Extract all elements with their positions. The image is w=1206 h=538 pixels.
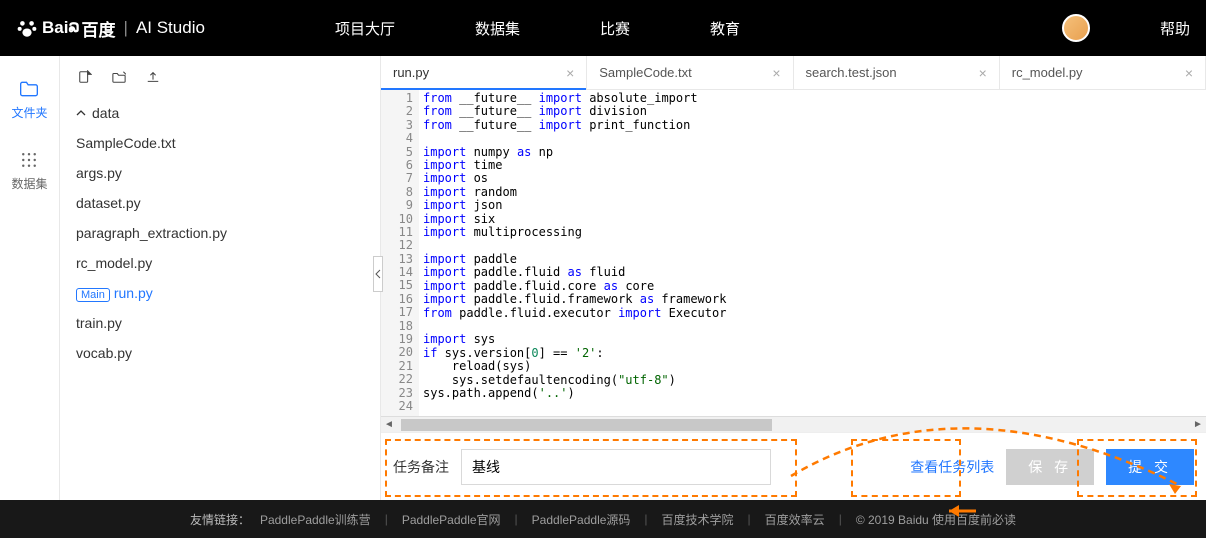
scroll-left-icon[interactable]: ◄ <box>381 419 397 430</box>
logo-area: Baiລ 百度 | AI Studio <box>16 16 205 41</box>
file-samplecode[interactable]: SampleCode.txt <box>72 128 380 158</box>
save-button[interactable]: 保 存 <box>1006 449 1094 485</box>
horizontal-scrollbar[interactable]: ◄► <box>381 416 1206 432</box>
footer-link-4[interactable]: 百度效率云 <box>765 511 825 528</box>
nav-education[interactable]: 教育 <box>710 18 740 39</box>
scroll-thumb[interactable] <box>401 419 772 431</box>
close-icon[interactable]: × <box>979 65 987 81</box>
file-run[interactable]: Main run.py <box>72 278 380 308</box>
user-avatar[interactable] <box>1062 14 1090 42</box>
tab-label: run.py <box>393 65 429 80</box>
nav-hall[interactable]: 项目大厅 <box>335 18 395 39</box>
file-run-label: run.py <box>114 285 153 301</box>
main-badge: Main <box>76 288 110 302</box>
view-task-list-link[interactable]: 查看任务列表 <box>910 457 994 477</box>
nav-datasets[interactable]: 数据集 <box>475 18 520 39</box>
file-train[interactable]: train.py <box>72 308 380 338</box>
folder-label: data <box>92 105 119 121</box>
file-vocab[interactable]: vocab.py <box>72 338 380 368</box>
sidebar-files-label: 文件夹 <box>11 104 47 121</box>
close-icon[interactable]: × <box>772 65 780 81</box>
sidebar-files[interactable]: 文件夹 <box>11 80 47 121</box>
file-rc-model[interactable]: rc_model.py <box>72 248 380 278</box>
sidebar-datasets-label: 数据集 <box>11 175 47 192</box>
chevron-left-icon <box>375 269 381 279</box>
scroll-right-icon[interactable]: ► <box>1190 419 1206 430</box>
task-note-label: 任务备注 <box>393 457 449 477</box>
footer-link-3[interactable]: 百度技术学院 <box>662 511 734 528</box>
tab-label: search.test.json <box>806 65 897 80</box>
help-link[interactable]: 帮助 <box>1160 18 1190 39</box>
grid-icon <box>19 151 39 169</box>
baidu-cn-text: 百度 <box>82 16 116 41</box>
code-editor[interactable]: 123456789101112131415161718192021222324 … <box>381 90 1206 416</box>
footer-link-0[interactable]: PaddlePaddle训练营 <box>260 511 371 528</box>
tab-label: SampleCode.txt <box>599 65 692 80</box>
icon-sidebar: 文件夹 数据集 <box>0 56 60 500</box>
nav-competitions[interactable]: 比赛 <box>600 18 630 39</box>
footer-link-1[interactable]: PaddlePaddle官网 <box>402 511 501 528</box>
task-note-input[interactable] <box>461 449 771 485</box>
file-toolbar <box>72 70 380 98</box>
footer: 友情链接： PaddlePaddle训练营| PaddlePaddle官网| P… <box>0 500 1206 538</box>
app-header: Baiລ 百度 | AI Studio 项目大厅 数据集 比赛 教育 帮助 <box>0 0 1206 56</box>
folder-data[interactable]: data <box>72 98 380 128</box>
line-gutter: 123456789101112131415161718192021222324 <box>381 90 419 416</box>
main-area: 文件夹 数据集 data SampleCode.txt args.py data… <box>0 56 1206 500</box>
new-file-icon[interactable] <box>78 70 92 84</box>
baidu-text: Baiລ <box>42 18 80 38</box>
baidu-paw-icon <box>16 17 38 39</box>
editor-area: run.py × SampleCode.txt × search.test.json… <box>380 56 1206 500</box>
close-icon[interactable]: × <box>566 65 574 81</box>
footer-label: 友情链接： <box>190 511 250 528</box>
collapse-handle[interactable] <box>373 256 383 292</box>
top-nav: 项目大厅 数据集 比赛 教育 <box>335 18 1062 39</box>
code-content: from __future__ import absolute_import f… <box>419 90 1206 416</box>
close-icon[interactable]: × <box>1185 65 1193 81</box>
file-tree: data SampleCode.txt args.py dataset.py p… <box>60 56 380 500</box>
logo-divider: | <box>124 18 128 38</box>
task-bar: 任务备注 查看任务列表 保 存 提 交 <box>381 432 1206 500</box>
submit-button[interactable]: 提 交 <box>1106 449 1194 485</box>
ai-studio-text: AI Studio <box>136 18 205 38</box>
tab-label: rc_model.py <box>1012 65 1083 80</box>
footer-link-2[interactable]: PaddlePaddle源码 <box>532 511 631 528</box>
tab-run-py[interactable]: run.py × <box>381 56 587 89</box>
footer-copyright: © 2019 Baidu 使用百度前必读 <box>856 511 1016 528</box>
tab-search-json[interactable]: search.test.json × <box>794 56 1000 89</box>
file-paragraph-extraction[interactable]: paragraph_extraction.py <box>72 218 380 248</box>
file-args[interactable]: args.py <box>72 158 380 188</box>
file-dataset[interactable]: dataset.py <box>72 188 380 218</box>
editor-tabs: run.py × SampleCode.txt × search.test.json… <box>381 56 1206 90</box>
folder-icon <box>19 80 39 98</box>
tab-samplecode[interactable]: SampleCode.txt × <box>587 56 793 89</box>
tab-rc-model[interactable]: rc_model.py × <box>1000 56 1206 89</box>
caret-up-icon <box>76 108 86 118</box>
sidebar-datasets[interactable]: 数据集 <box>11 151 47 192</box>
upload-icon[interactable] <box>146 70 160 84</box>
new-folder-icon[interactable] <box>112 70 126 84</box>
baidu-logo[interactable]: Baiລ 百度 <box>16 16 116 41</box>
